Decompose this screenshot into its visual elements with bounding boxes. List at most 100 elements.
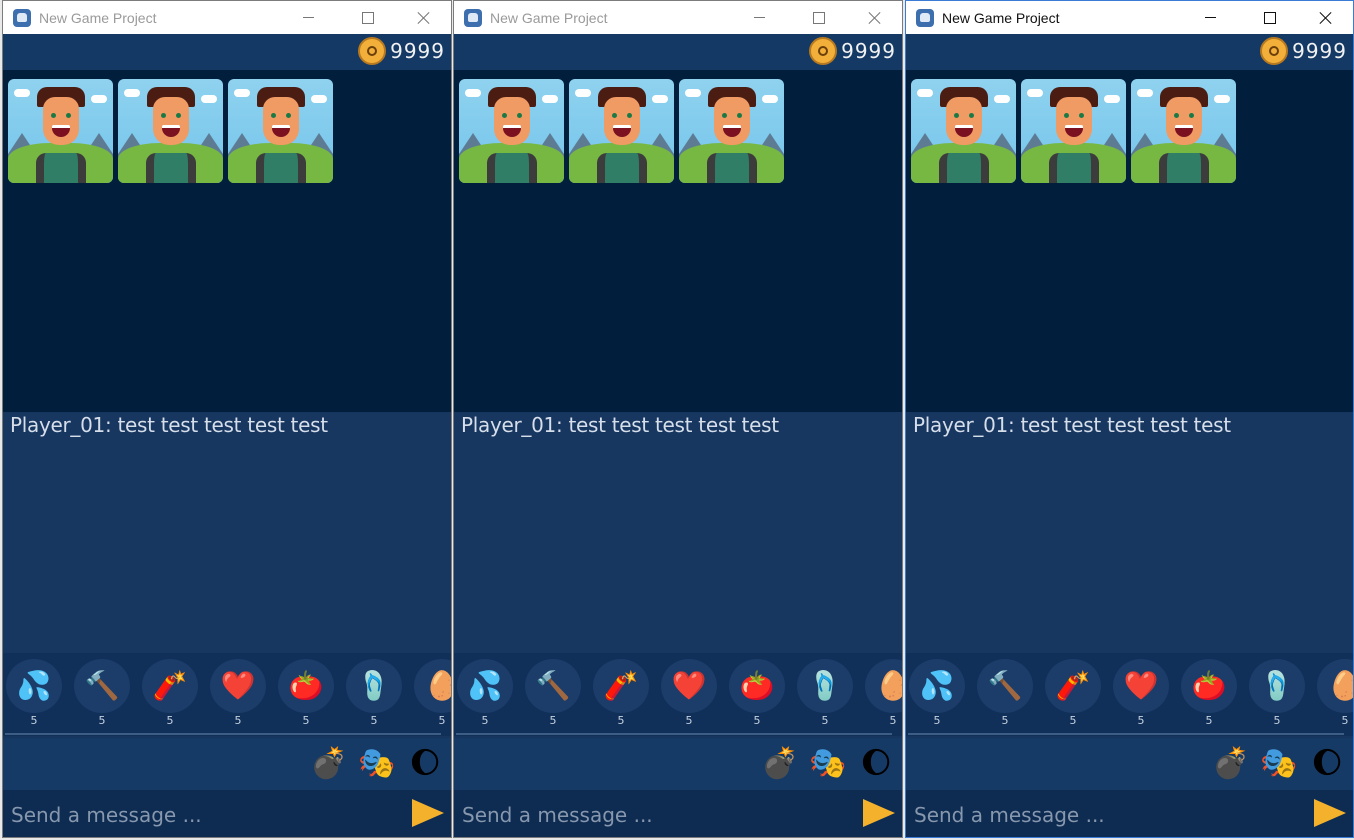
maximize-button[interactable] [345,1,391,34]
item-dynamite[interactable]: 🧨 5 [142,659,198,727]
coin-count: 9999 [1292,39,1347,63]
coin-count: 9999 [841,39,896,63]
cloud-decoration [575,89,591,97]
player-avatar[interactable] [569,79,674,183]
avatar-eye [517,113,522,118]
theater-masks-icon[interactable]: 🎭 [1259,743,1299,783]
dynamite-icon: 🧨 [142,659,198,713]
cloud-decoration [1104,95,1120,103]
title-bar[interactable]: New Game Project [454,1,902,34]
message-input[interactable] [912,798,1306,832]
moon-icon[interactable]: 🌔 [405,743,445,783]
game-window-3: New Game Project 9999 Player_01: test te… [905,0,1354,838]
action-bar: 💣 🎭 🌔 [3,738,451,790]
minimize-button[interactable] [1187,1,1233,34]
item-dynamite[interactable]: 🧨 5 [593,659,649,727]
item-egg[interactable]: 🥚5 [865,659,902,727]
player-avatar[interactable] [118,79,223,183]
item-tomato[interactable]: 🍅 5 [278,659,334,727]
item-egg[interactable]: 🥚5 [1317,659,1353,727]
send-button[interactable] [1313,798,1347,828]
player-avatar[interactable] [228,79,333,183]
player-avatar[interactable] [911,79,1016,183]
close-button[interactable] [401,1,447,34]
flip-flop-icon: 🩴 [1249,659,1305,713]
item-bar: 💦5 🔨5 🧨5 ❤️5 🍅5 🩴5 🥚5 [454,653,902,736]
close-icon [417,11,431,25]
message-bar [3,790,451,837]
maximize-button[interactable] [1247,1,1293,34]
item-hammer[interactable]: 🔨 5 [74,659,130,727]
maximize-icon [813,11,825,24]
chat-log[interactable]: Player_01: test test test test test [3,413,451,653]
action-icons: 💣 🎭 🌔 [760,743,896,783]
close-button[interactable] [1303,1,1349,34]
player-avatar[interactable] [8,79,113,183]
heart-icon: ❤️ [210,659,266,713]
coin-balance: 9999 [358,37,445,65]
top-bar: 9999 [454,34,902,70]
avatar-eye [51,113,56,118]
coin-balance: 9999 [809,37,896,65]
chat-log[interactable]: Player_01: test test test test test [906,413,1353,653]
water-splash-icon: 💦 [6,659,62,713]
message-input[interactable] [9,798,403,832]
item-flip-flop[interactable]: 🩴 5 [797,659,853,727]
avatar-eye [954,113,959,118]
item-hammer[interactable]: 🔨 5 [525,659,581,727]
item-water-splash[interactable]: 💦 5 [457,659,513,727]
bomb-icon[interactable]: 💣 [309,743,349,783]
avatar-eye [627,113,632,118]
chat-log[interactable]: Player_01: test test test test test [454,413,902,653]
action-icons: 💣 🎭 🌔 [309,743,445,783]
close-icon [868,11,882,25]
minimize-button[interactable] [736,1,782,34]
item-egg[interactable]: 🥚5 [414,659,451,727]
players-stage [3,70,451,412]
item-water-splash[interactable]: 💦 5 [6,659,62,727]
player-avatar[interactable] [459,79,564,183]
coin-count: 9999 [390,39,445,63]
item-tomato[interactable]: 🍅 5 [729,659,785,727]
theater-masks-icon[interactable]: 🎭 [357,743,397,783]
item-heart[interactable]: ❤️ 5 [1113,659,1169,727]
item-dynamite[interactable]: 🧨 5 [1045,659,1101,727]
cloud-decoration [1214,95,1230,103]
close-button[interactable] [852,1,898,34]
player-avatar[interactable] [1131,79,1236,183]
player-avatar[interactable] [679,79,784,183]
bomb-icon[interactable]: 💣 [760,743,800,783]
window-title: New Game Project [490,9,608,26]
cloud-decoration [652,95,668,103]
tomato-icon: 🍅 [278,659,334,713]
godot-app-icon [916,8,934,27]
flip-flop-icon: 🩴 [797,659,853,713]
send-button[interactable] [411,798,445,828]
action-bar: 💣 🎭 🌔 [454,738,902,790]
minimize-button[interactable] [285,1,331,34]
item-tomato[interactable]: 🍅 5 [1181,659,1237,727]
maximize-button[interactable] [796,1,842,34]
item-water-splash[interactable]: 💦 5 [909,659,965,727]
title-bar[interactable]: New Game Project [3,1,451,34]
item-hammer[interactable]: 🔨 5 [977,659,1033,727]
theater-masks-icon[interactable]: 🎭 [808,743,848,783]
bomb-icon[interactable]: 💣 [1211,743,1251,783]
item-heart[interactable]: ❤️ 5 [210,659,266,727]
cloud-decoration [14,89,30,97]
title-bar[interactable]: New Game Project [906,1,1353,34]
item-flip-flop[interactable]: 🩴 5 [346,659,402,727]
item-list: 💦5 🔨5 🧨5 ❤️5 🍅5 🩴5 🥚5 [909,659,1353,727]
moon-icon[interactable]: 🌔 [856,743,896,783]
avatar-eye [286,113,291,118]
send-button[interactable] [862,798,896,828]
message-input[interactable] [460,798,854,832]
moon-icon[interactable]: 🌔 [1307,743,1347,783]
avatar-eye [66,113,71,118]
player-avatar[interactable] [1021,79,1126,183]
egg-icon: 🥚 [1317,659,1353,713]
item-flip-flop[interactable]: 🩴 5 [1249,659,1305,727]
avatar-eye [612,113,617,118]
cloud-decoration [234,89,250,97]
item-heart[interactable]: ❤️ 5 [661,659,717,727]
